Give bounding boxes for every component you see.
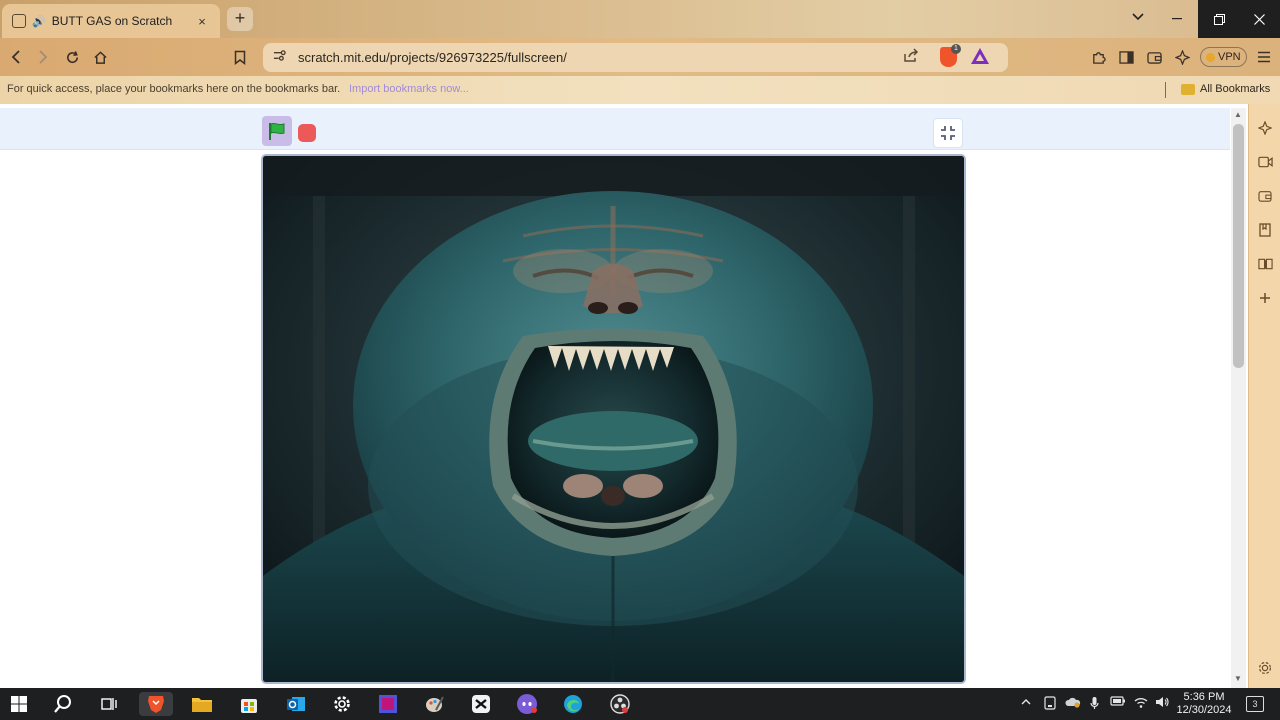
bookmarks-bar: For quick access, place your bookmarks h…	[0, 76, 1280, 104]
tab-active[interactable]: 🔊 BUTT GAS on Scratch ×	[2, 4, 220, 38]
bookmarks-divider	[1165, 82, 1166, 98]
reading-list-icon[interactable]	[1257, 256, 1273, 272]
tab-search-chevron-icon[interactable]	[1128, 10, 1148, 28]
settings-gear-icon[interactable]	[1257, 660, 1273, 676]
restore-button[interactable]	[1198, 0, 1240, 38]
wallet-sidebar-icon[interactable]	[1257, 188, 1273, 204]
battery-icon[interactable]	[1110, 696, 1126, 709]
bookmarks-hint-text: For quick access, place your bookmarks h…	[7, 83, 341, 95]
windows-taskbar: 5:36 PM 12/30/2024 3	[0, 688, 1280, 720]
scratch-stage-header	[0, 108, 1230, 150]
outlook-icon[interactable]	[284, 692, 308, 716]
paint-app-icon[interactable]	[422, 692, 446, 716]
home-icon[interactable]	[89, 46, 111, 68]
bookmark-icon[interactable]	[229, 46, 251, 68]
show-hidden-icons-chevron-icon[interactable]	[1021, 696, 1031, 708]
edge-icon[interactable]	[561, 692, 585, 716]
leo-ai-icon[interactable]	[1171, 46, 1193, 68]
tab-title: BUTT GAS on Scratch	[51, 14, 173, 28]
wallet-icon[interactable]	[1143, 46, 1165, 68]
extensions-icon[interactable]	[1087, 46, 1109, 68]
exit-fullscreen-button[interactable]	[933, 118, 963, 148]
all-bookmarks-button[interactable]: All Bookmarks	[1200, 83, 1270, 95]
tab-close-icon[interactable]: ×	[194, 14, 210, 29]
green-flag-button[interactable]	[262, 116, 292, 146]
vpn-button[interactable]: VPN	[1200, 47, 1247, 67]
reload-icon[interactable]	[61, 46, 83, 68]
scrollbar-thumb[interactable]	[1233, 124, 1244, 368]
new-tab-button[interactable]: +	[227, 7, 253, 31]
minimize-button[interactable]	[1156, 0, 1198, 38]
file-explorer-icon[interactable]	[190, 692, 214, 716]
clock-date: 12/30/2024	[1176, 704, 1232, 716]
clock-time: 5:36 PM	[1183, 691, 1225, 703]
shields-count-badge: 1	[951, 44, 961, 54]
url-text: scratch.mit.edu/projects/926973225/fulls…	[298, 50, 567, 65]
bookmarks-sidebar-icon[interactable]	[1257, 222, 1273, 238]
media-app-icon[interactable]	[376, 692, 400, 716]
import-bookmarks-link[interactable]: Import bookmarks now...	[349, 83, 469, 95]
browser-side-panel	[1248, 104, 1280, 688]
notification-center-button[interactable]: 3	[1246, 696, 1264, 712]
close-window-button[interactable]	[1238, 0, 1280, 38]
scroll-down-arrow-icon[interactable]: ▼	[1234, 674, 1242, 683]
stop-button[interactable]	[298, 124, 316, 142]
wifi-icon[interactable]	[1134, 696, 1148, 711]
speaker-icon[interactable]: 🔊	[32, 15, 46, 28]
brave-taskbar-icon[interactable]	[139, 692, 173, 716]
add-sidebar-item-icon[interactable]	[1257, 290, 1273, 306]
store-icon[interactable]	[237, 692, 261, 716]
rewards-inner-shape	[976, 54, 984, 61]
microphone-icon[interactable]	[1090, 696, 1099, 713]
search-icon[interactable]	[51, 692, 75, 716]
share-icon[interactable]	[903, 48, 919, 66]
volume-icon[interactable]	[1155, 696, 1169, 711]
onedrive-icon[interactable]	[1065, 696, 1081, 711]
windows-start-icon[interactable]	[7, 692, 31, 716]
green-flag-icon	[269, 122, 285, 140]
back-icon[interactable]	[5, 46, 27, 68]
clock[interactable]: 5:36 PM 12/30/2024	[1175, 691, 1233, 717]
scratch-favicon-icon	[12, 14, 26, 28]
obs-icon[interactable]	[608, 692, 632, 716]
forward-icon[interactable]	[32, 46, 54, 68]
capcut-icon[interactable]	[469, 692, 493, 716]
video-icon[interactable]	[1257, 154, 1273, 170]
site-info-icon[interactable]	[273, 49, 286, 65]
scroll-up-arrow-icon[interactable]: ▲	[1234, 110, 1242, 119]
page-content: ▲ ▼	[0, 104, 1248, 688]
menu-icon[interactable]	[1253, 46, 1275, 68]
browser-toolbar: scratch.mit.edu/projects/926973225/fulls…	[0, 38, 1280, 76]
device-icon[interactable]	[1044, 696, 1056, 713]
vpn-status-dot	[1206, 52, 1215, 62]
settings-icon[interactable]	[330, 692, 354, 716]
exit-fullscreen-icon	[941, 126, 955, 140]
discord-icon[interactable]	[515, 692, 539, 716]
folder-icon	[1181, 84, 1195, 95]
stage-monster-image	[263, 156, 964, 682]
task-view-icon[interactable]	[97, 692, 121, 716]
vpn-label: VPN	[1218, 51, 1241, 63]
leo-sidebar-icon[interactable]	[1257, 120, 1273, 136]
sidebar-toggle-icon[interactable]	[1115, 46, 1137, 68]
tab-strip: 🔊 BUTT GAS on Scratch × +	[0, 0, 1280, 38]
scratch-stage[interactable]	[261, 154, 966, 684]
address-bar[interactable]: scratch.mit.edu/projects/926973225/fulls…	[263, 43, 1008, 72]
